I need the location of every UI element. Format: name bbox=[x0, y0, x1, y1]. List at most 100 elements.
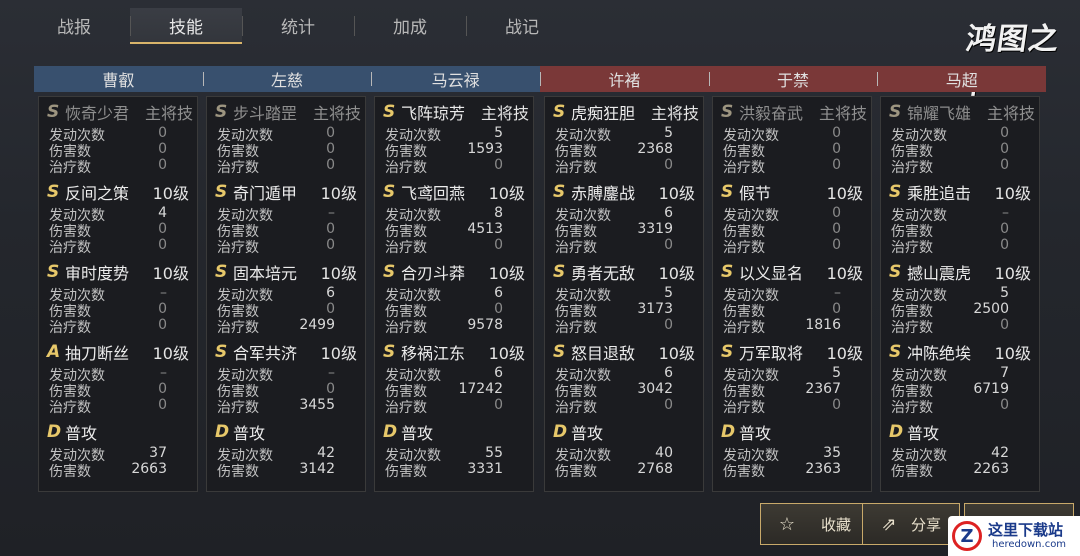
stat-row-casts: 发动次数 0 bbox=[217, 125, 367, 144]
skill-tag: 主将技 bbox=[312, 104, 361, 123]
skill-header: S 恢奇少君 主将技 bbox=[47, 101, 199, 123]
stat-value: 2367 bbox=[805, 381, 841, 397]
tab-4[interactable]: 战记 bbox=[466, 8, 578, 42]
stat-label: 治疗数 bbox=[217, 240, 259, 256]
stat-row-casts: 发动次数 5 bbox=[723, 365, 873, 384]
skill-header: D 普攻 bbox=[889, 421, 1041, 443]
skill-name: 普攻 bbox=[65, 424, 98, 443]
skill-grade: S bbox=[889, 102, 902, 122]
stat-row-casts: 发动次数 4 bbox=[49, 205, 199, 224]
stat-value: 6 bbox=[494, 365, 503, 381]
skill-block[interactable]: S 合刃斗莽 10级 发动次数 6 伤害数 0 治疗数 9578 bbox=[375, 257, 535, 336]
skill-block[interactable]: S 假节 10级 发动次数 0 伤害数 0 治疗数 0 bbox=[713, 177, 873, 256]
skill-block[interactable]: S 固本培元 10级 发动次数 6 伤害数 0 治疗数 2499 bbox=[207, 257, 367, 336]
share-button[interactable]: ⇗ 分享 bbox=[862, 503, 960, 545]
skill-block[interactable]: S 洪毅奋武 主将技 发动次数 0 伤害数 0 治疗数 0 bbox=[713, 97, 873, 176]
skill-grade: D bbox=[889, 422, 904, 442]
skill-block[interactable]: S 乘胜追击 10级 发动次数 – 伤害数 0 治疗数 0 bbox=[881, 177, 1041, 256]
stat-row-casts: 发动次数 5 bbox=[891, 285, 1041, 304]
stat-value: 3455 bbox=[299, 397, 335, 413]
stat-value: 2768 bbox=[637, 461, 673, 477]
stat-label: 治疗数 bbox=[891, 400, 933, 416]
skill-block[interactable]: S 勇者无敌 10级 发动次数 5 伤害数 3173 治疗数 0 bbox=[545, 257, 705, 336]
skill-grade: D bbox=[383, 422, 398, 442]
skill-block[interactable]: D 普攻 发动次数 55 伤害数 3331 bbox=[375, 417, 535, 495]
stat-label: 治疗数 bbox=[49, 240, 91, 256]
skill-block[interactable]: D 普攻 发动次数 42 伤害数 3142 bbox=[207, 417, 367, 495]
tab-1[interactable]: 技能 bbox=[130, 8, 242, 44]
skill-block[interactable]: S 万军取将 10级 发动次数 5 伤害数 2367 治疗数 0 bbox=[713, 337, 873, 416]
skill-block[interactable]: D 普攻 发动次数 40 伤害数 2768 bbox=[545, 417, 705, 495]
skill-grade: S bbox=[215, 342, 228, 362]
skill-block[interactable]: S 虎痴狂胆 主将技 发动次数 5 伤害数 2368 治疗数 0 bbox=[545, 97, 705, 176]
skill-block[interactable]: A 抽刀断丝 10级 发动次数 – 伤害数 0 治疗数 0 bbox=[39, 337, 199, 416]
skill-header: S 万军取将 10级 bbox=[721, 341, 873, 363]
stat-row-heal: 治疗数 0 bbox=[555, 157, 705, 176]
general-column-5: S 锦耀飞雄 主将技 发动次数 0 伤害数 0 治疗数 0 S 乘胜追击 10级 发动次数 – 伤害数 0 治疗… bbox=[880, 96, 1040, 492]
stat-value: 2363 bbox=[805, 461, 841, 477]
stat-value: 0 bbox=[664, 157, 673, 173]
skill-name: 飞鸢回燕 bbox=[401, 184, 466, 203]
skill-block[interactable]: S 步斗踏罡 主将技 发动次数 0 伤害数 0 治疗数 0 bbox=[207, 97, 367, 176]
skill-block[interactable]: S 反间之策 10级 发动次数 4 伤害数 0 治疗数 0 bbox=[39, 177, 199, 256]
skill-name: 普攻 bbox=[739, 424, 772, 443]
skill-block[interactable]: S 合军共济 10级 发动次数 – 伤害数 0 治疗数 3455 bbox=[207, 337, 367, 416]
stat-value: 0 bbox=[832, 141, 841, 157]
skill-block[interactable]: S 冲陈绝埃 10级 发动次数 7 伤害数 6719 治疗数 0 bbox=[881, 337, 1041, 416]
stat-row-damage: 伤害数 0 bbox=[723, 141, 873, 160]
skill-block[interactable]: S 锦耀飞雄 主将技 发动次数 0 伤害数 0 治疗数 0 bbox=[881, 97, 1041, 176]
skill-block[interactable]: D 普攻 发动次数 42 伤害数 2263 bbox=[881, 417, 1041, 495]
skill-block[interactable]: S 撼山震虎 10级 发动次数 5 伤害数 2500 治疗数 0 bbox=[881, 257, 1041, 336]
stat-value: 0 bbox=[158, 381, 167, 397]
stat-value: 3142 bbox=[299, 461, 335, 477]
stat-label: 治疗数 bbox=[723, 400, 765, 416]
stat-value: 0 bbox=[832, 397, 841, 413]
stat-row-heal: 治疗数 0 bbox=[385, 157, 535, 176]
stat-row-casts: 发动次数 0 bbox=[723, 205, 873, 224]
skill-name: 普攻 bbox=[571, 424, 604, 443]
tab-2[interactable]: 统计 bbox=[242, 8, 354, 42]
skill-block[interactable]: S 飞鸢回燕 10级 发动次数 8 伤害数 4513 治疗数 0 bbox=[375, 177, 535, 256]
skill-block[interactable]: S 飞阵琼芳 主将技 发动次数 5 伤害数 1593 治疗数 0 bbox=[375, 97, 535, 176]
skill-tag: 10级 bbox=[826, 184, 863, 203]
skill-name: 虎痴狂胆 bbox=[571, 104, 636, 123]
stat-row-damage: 伤害数 1593 bbox=[385, 141, 535, 160]
skill-block[interactable]: S 赤膊鏖战 10级 发动次数 6 伤害数 3319 治疗数 0 bbox=[545, 177, 705, 256]
skill-header: D 普攻 bbox=[47, 421, 199, 443]
tab-bar: 战报 技能 统计 加成 战记 bbox=[18, 8, 578, 44]
skill-block[interactable]: S 审时度势 10级 发动次数 – 伤害数 0 治疗数 0 bbox=[39, 257, 199, 336]
skill-block[interactable]: D 普攻 发动次数 35 伤害数 2363 bbox=[713, 417, 873, 495]
skill-header: S 假节 10级 bbox=[721, 181, 873, 203]
general-header-5: 马超 bbox=[877, 66, 1047, 92]
stat-value: 0 bbox=[326, 381, 335, 397]
skill-block[interactable]: S 以义显名 10级 发动次数 – 伤害数 0 治疗数 1816 bbox=[713, 257, 873, 336]
stat-row-heal: 治疗数 0 bbox=[217, 157, 367, 176]
stat-row-heal: 治疗数 9578 bbox=[385, 317, 535, 336]
skill-block[interactable]: S 移祸江东 10级 发动次数 6 伤害数 17242 治疗数 0 bbox=[375, 337, 535, 416]
general-header-0: 曹叡 bbox=[34, 66, 203, 92]
tab-3[interactable]: 加成 bbox=[354, 8, 466, 42]
skill-block[interactable]: D 普攻 发动次数 37 伤害数 2663 bbox=[39, 417, 199, 495]
stat-label: 伤害数 bbox=[385, 464, 427, 480]
skill-block[interactable]: S 怒目退敌 10级 发动次数 6 伤害数 3042 治疗数 0 bbox=[545, 337, 705, 416]
stat-value: 1816 bbox=[805, 317, 841, 333]
stat-label: 治疗数 bbox=[385, 240, 427, 256]
skill-block[interactable]: S 奇门遁甲 10级 发动次数 – 伤害数 0 治疗数 0 bbox=[207, 177, 367, 256]
stat-value: 0 bbox=[1000, 317, 1009, 333]
stat-row-casts: 发动次数 – bbox=[217, 205, 367, 224]
stat-value: – bbox=[160, 285, 167, 301]
stat-value: – bbox=[160, 365, 167, 381]
skill-grade: D bbox=[215, 422, 230, 442]
stat-value: 5 bbox=[664, 125, 673, 141]
stat-value: 0 bbox=[326, 301, 335, 317]
skill-block[interactable]: S 恢奇少君 主将技 发动次数 0 伤害数 0 治疗数 0 bbox=[39, 97, 199, 176]
stat-value: 2263 bbox=[973, 461, 1009, 477]
skill-name: 恢奇少君 bbox=[65, 104, 130, 123]
stat-row-heal: 治疗数 0 bbox=[723, 397, 873, 416]
stat-value: 3331 bbox=[467, 461, 503, 477]
tab-0[interactable]: 战报 bbox=[18, 8, 130, 42]
stat-label: 治疗数 bbox=[555, 240, 597, 256]
skill-tag: 10级 bbox=[994, 184, 1031, 203]
stat-label: 伤害数 bbox=[555, 464, 597, 480]
stat-value: 0 bbox=[158, 157, 167, 173]
